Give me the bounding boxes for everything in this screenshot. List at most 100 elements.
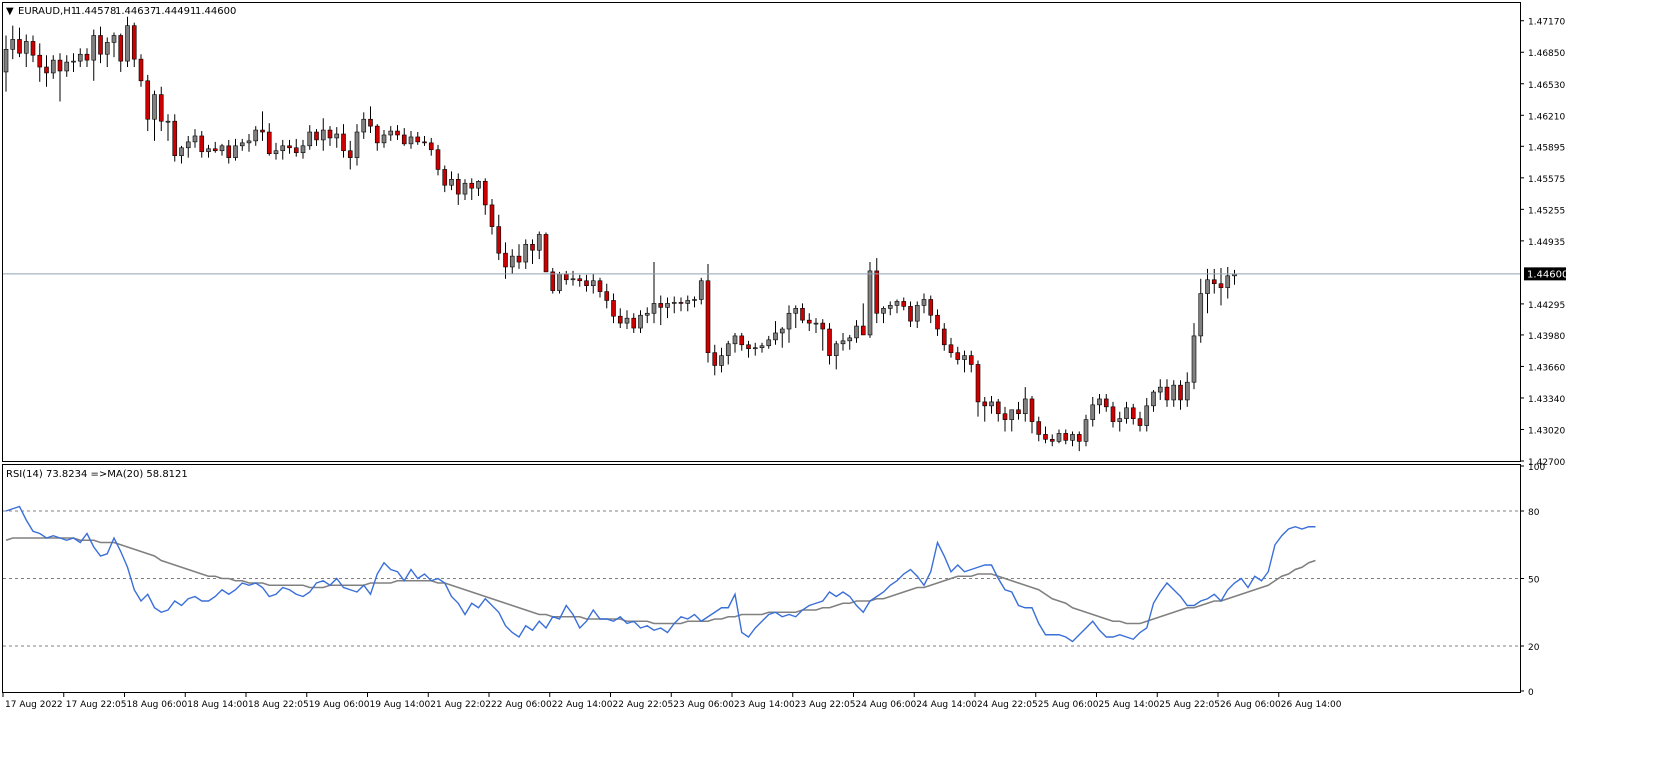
chart-canvas[interactable]: ▼ EURAUD,H1 1.44578 1.44637 1.44491 1.44… bbox=[0, 0, 1657, 753]
candle-body bbox=[192, 135, 198, 143]
time-axis-label: 22 Aug 22:05 bbox=[613, 700, 674, 710]
candle-body bbox=[341, 133, 346, 152]
candle-body bbox=[584, 280, 589, 286]
time-axis-label: 25 Aug 06:00 bbox=[1038, 700, 1099, 710]
candle-body bbox=[1016, 409, 1021, 415]
candle-body bbox=[239, 142, 245, 147]
candle-body bbox=[1103, 398, 1109, 408]
candle-body bbox=[91, 35, 97, 61]
price-axis-label: 1.46850 bbox=[1528, 49, 1565, 59]
candle-body bbox=[1056, 433, 1062, 442]
candle-body bbox=[995, 401, 1001, 415]
candle-body bbox=[597, 280, 603, 292]
candle-body bbox=[44, 66, 49, 74]
candle-body bbox=[543, 234, 549, 273]
candle-body bbox=[307, 131, 313, 147]
candle-body bbox=[658, 303, 664, 308]
candle-body bbox=[759, 345, 765, 349]
candle-body bbox=[1184, 381, 1190, 401]
rsi-axis-label: 100 bbox=[1528, 463, 1545, 473]
candle-body bbox=[692, 299, 697, 301]
candle-body bbox=[624, 317, 630, 324]
candle-body bbox=[1218, 283, 1224, 288]
time-axis[interactable]: 17 Aug 2022 17 Aug 22:05 18 Aug 06:00 18 Au… bbox=[2, 692, 1342, 710]
main-plot-frame bbox=[2, 2, 1521, 462]
candle-body bbox=[1063, 433, 1069, 441]
candle-body bbox=[509, 255, 515, 268]
candle-body bbox=[766, 339, 772, 347]
price-axis[interactable]: 1.47170 1.46850 1.46530 1.46210 1.45895 1.455… bbox=[1520, 18, 1565, 468]
candle-body bbox=[1049, 439, 1055, 442]
main-header-high: 1.44637 bbox=[115, 6, 156, 17]
main-header-symbol: EURAUD,H1 bbox=[18, 6, 77, 17]
candle-body bbox=[948, 344, 954, 353]
candle-body bbox=[158, 94, 164, 122]
candle-body bbox=[1151, 391, 1156, 407]
time-axis-label: 22 Aug 06:00 bbox=[491, 700, 552, 710]
candle-body bbox=[98, 35, 103, 55]
candle-body bbox=[962, 355, 967, 360]
candle-body bbox=[921, 299, 927, 306]
main-header-open: 1.44578 bbox=[75, 6, 116, 17]
candle-body bbox=[23, 41, 29, 54]
candle-body bbox=[617, 315, 623, 324]
candle-body bbox=[1110, 406, 1116, 422]
candle-body bbox=[388, 130, 394, 136]
candle-body bbox=[725, 343, 731, 356]
candle-body bbox=[1171, 384, 1177, 401]
candle-body bbox=[840, 340, 846, 345]
price-axis-label: 1.43660 bbox=[1528, 363, 1565, 373]
candle-body bbox=[354, 131, 360, 158]
candle-body bbox=[219, 145, 225, 152]
main-header-close: 1.44600 bbox=[195, 6, 236, 17]
candle-body bbox=[104, 42, 110, 55]
candle-body bbox=[854, 325, 859, 339]
time-axis-label: 26 Aug 06:00 bbox=[1220, 700, 1281, 710]
candle-body bbox=[779, 328, 785, 334]
current-price-label-text: 1.44600 bbox=[1527, 269, 1568, 280]
candle-body bbox=[1198, 293, 1204, 337]
candle-body bbox=[908, 306, 913, 322]
rsi-axis-label: 80 bbox=[1528, 508, 1540, 518]
candle-body bbox=[503, 252, 508, 268]
candle-body bbox=[712, 352, 718, 366]
candle-body bbox=[314, 131, 319, 141]
candle-body bbox=[935, 314, 940, 330]
candle-body bbox=[1076, 434, 1082, 442]
candle-body bbox=[1205, 279, 1210, 294]
candle-body bbox=[1137, 418, 1143, 426]
candle-body bbox=[1164, 386, 1170, 401]
candle-body bbox=[489, 204, 495, 227]
main-header-arrow[interactable]: ▼ bbox=[6, 6, 14, 17]
time-axis-label: 19 Aug 14:00 bbox=[370, 700, 431, 710]
main-panel[interactable]: ▼ EURAUD,H1 1.44578 1.44637 1.44491 1.44… bbox=[2, 2, 1569, 469]
candle-body bbox=[975, 364, 981, 403]
candle-body bbox=[442, 169, 448, 186]
candle-body bbox=[881, 308, 886, 314]
time-axis-label: 24 Aug 22:05 bbox=[977, 700, 1038, 710]
candle-body bbox=[30, 41, 36, 56]
price-axis-label: 1.47170 bbox=[1528, 18, 1565, 28]
price-axis-label: 1.43340 bbox=[1528, 395, 1565, 405]
candle-body bbox=[482, 180, 488, 206]
candle-body bbox=[469, 182, 475, 189]
candle-body bbox=[570, 278, 576, 281]
price-axis-label: 1.44935 bbox=[1528, 238, 1565, 248]
candle-body bbox=[206, 148, 211, 153]
price-axis-label: 1.45255 bbox=[1528, 206, 1565, 216]
candle-body bbox=[530, 244, 535, 251]
candle-body bbox=[732, 335, 738, 345]
time-axis-label: 17 Aug 2022 bbox=[5, 700, 63, 710]
candle-body bbox=[287, 145, 292, 149]
candle-body bbox=[455, 179, 461, 195]
rsi-axis[interactable]: 100 80 50 20 0 bbox=[1520, 463, 1545, 698]
rsi-axis-label: 0 bbox=[1528, 688, 1534, 698]
candle-body bbox=[1144, 405, 1150, 426]
candle-body bbox=[577, 278, 583, 282]
candle-body bbox=[914, 305, 920, 322]
rsi-panel[interactable]: RSI(14) 73.8234 =>MA(20) 58.8121 100 80 50… bbox=[2, 463, 1546, 698]
time-axis-label: 18 Aug 06:00 bbox=[127, 700, 188, 710]
candle-body bbox=[833, 343, 839, 356]
candle-body bbox=[368, 118, 373, 127]
candle-body bbox=[1070, 434, 1075, 441]
